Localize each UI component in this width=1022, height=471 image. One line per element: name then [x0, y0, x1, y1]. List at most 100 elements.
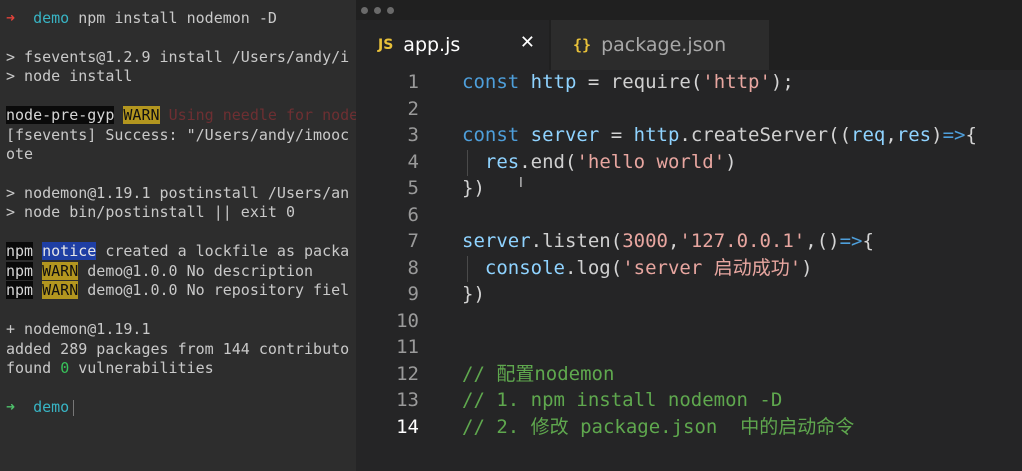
prompt-arrow-icon: ➜: [6, 9, 16, 27]
identifier-token: console: [484, 257, 565, 279]
punct-token: .: [564, 257, 577, 279]
tab-label: app.js: [403, 34, 461, 56]
punct-token: ,: [667, 230, 680, 252]
line-number: 4: [407, 151, 419, 173]
code-line[interactable]: const server = http.createServer((req,re…: [462, 122, 977, 148]
window-zoom-dot-icon[interactable]: [387, 7, 394, 14]
terminal-output-line: npm WARN demo@1.0.0 No description: [6, 262, 313, 280]
identifier-token: server: [530, 124, 600, 146]
window-titlebar: [356, 0, 1022, 20]
terminal-output-line: > nodemon@1.19.1 postinstall /Users/an: [6, 184, 350, 202]
line-number: 1: [407, 71, 419, 93]
comment-line[interactable]: // 配置nodemon: [462, 361, 614, 387]
terminal-output-line: npm notice created a lockfile as packa: [6, 242, 349, 260]
npm-label: npm: [6, 262, 34, 280]
terminal-output-line: npm WARN demo@1.0.0 No repository fiel: [6, 281, 349, 299]
javascript-file-icon: JS: [378, 37, 394, 53]
function-token: createServer: [690, 124, 829, 146]
code-line[interactable]: }): [462, 281, 485, 307]
line-number: 3: [407, 124, 419, 146]
prompt-arrow-icon: ➜: [6, 398, 16, 416]
notice-message: created a lockfile as packa: [105, 242, 350, 260]
line-number: 12: [396, 363, 419, 385]
identifier-token: res: [484, 151, 520, 173]
punct-token: ): [801, 257, 813, 279]
found-suffix: vulnerabilities: [78, 359, 214, 377]
prompt-directory: demo: [33, 9, 70, 27]
punct-token: (: [610, 257, 623, 279]
window-minimize-dot-icon[interactable]: [374, 7, 381, 14]
terminal-output-line: > node install: [6, 67, 133, 85]
terminal-pane[interactable]: ➜ demo npm install nodemon -D > fsevents…: [0, 0, 356, 471]
tab-label: package.json: [601, 34, 727, 56]
code-line[interactable]: res.end('hello world'): [462, 149, 737, 175]
comment-line[interactable]: // 2. 修改 package.json 中的启动命令: [462, 414, 854, 440]
line-number: 11: [396, 336, 419, 358]
punct-token: (: [690, 71, 703, 93]
punct-token: ((: [828, 124, 852, 146]
identifier-token: res: [896, 124, 932, 146]
code-editor-pane[interactable]: JS app.js ✕ {} package.json 1 2 3 4 5 6 …: [356, 0, 1022, 471]
arrow-token: =>: [839, 230, 863, 252]
operator-token: =: [599, 124, 634, 146]
function-token: require: [610, 71, 691, 93]
punct-token: (: [565, 151, 577, 173]
terminal-output-line: [fsevents] Success: "/Users/andy/imooc: [6, 126, 350, 144]
line-number: 13: [396, 389, 419, 411]
notice-badge: notice: [42, 242, 97, 260]
line-number: 2: [407, 98, 419, 120]
string-token: '127.0.0.1': [679, 230, 806, 252]
warn-badge: WARN: [123, 106, 160, 124]
close-tab-icon[interactable]: ✕: [520, 32, 535, 53]
punct-token: {: [965, 124, 977, 146]
number-token: 3000: [622, 230, 668, 252]
punct-token: .: [530, 230, 543, 252]
punct-token: {: [862, 230, 874, 252]
prompt-directory: demo: [33, 398, 70, 416]
punct-token: ,: [885, 124, 897, 146]
keyword-token: const: [462, 124, 520, 146]
function-token: end: [530, 151, 565, 173]
tab-package-json[interactable]: {} package.json: [551, 20, 769, 70]
punct-token: (): [816, 230, 840, 252]
code-line[interactable]: server.listen(3000,'127.0.0.1',()=>{: [462, 228, 874, 254]
warn-message: demo@1.0.0 No repository fiel: [87, 281, 350, 299]
code-line[interactable]: console.log('server 启动成功'): [462, 255, 813, 281]
terminal-output-line: ote: [6, 145, 34, 163]
punct-token: (: [610, 230, 623, 252]
function-token: log: [576, 257, 611, 279]
function-token: listen: [542, 230, 611, 252]
warn-badge: WARN: [42, 281, 79, 299]
tab-app-js[interactable]: JS app.js ✕: [356, 20, 549, 70]
terminal-prompt-line[interactable]: ➜ demo: [6, 398, 75, 416]
arrow-token: =>: [942, 124, 966, 146]
warn-message: Using needle for node: [168, 106, 356, 124]
identifier-token: req: [851, 124, 886, 146]
identifier-token: http: [633, 124, 680, 146]
punct-token: ): [931, 124, 943, 146]
line-number: 6: [407, 204, 419, 226]
terminal-command-line: ➜ demo npm install nodemon -D: [6, 9, 277, 27]
text-cursor-icon: I: [519, 176, 523, 191]
punct-token: .: [679, 124, 691, 146]
code-line[interactable]: }): [462, 175, 485, 201]
terminal-output-line: + nodemon@1.19.1: [6, 320, 151, 338]
string-token: 'http': [702, 71, 771, 93]
terminal-output-line: added 289 packages from 144 contributo: [6, 340, 350, 358]
punct-token: .: [519, 151, 531, 173]
comment-line[interactable]: // 1. npm install nodemon -D: [462, 387, 782, 413]
npm-label: npm: [6, 242, 34, 260]
window-close-dot-icon[interactable]: [361, 7, 368, 14]
terminal-output-line: found 0 vulnerabilities: [6, 359, 214, 377]
identifier-token: http: [530, 71, 577, 93]
npm-label: npm: [6, 281, 34, 299]
line-number-active: 14: [396, 416, 419, 438]
json-file-icon: {}: [573, 36, 592, 54]
line-number: 5: [407, 177, 419, 199]
operator-token: =: [576, 71, 611, 93]
terminal-output-line: > node bin/postinstall || exit 0: [6, 203, 295, 221]
warn-badge: WARN: [42, 262, 79, 280]
line-number: 8: [407, 257, 419, 279]
warn-message: demo@1.0.0 No description: [87, 262, 314, 280]
code-line[interactable]: const http = require('http');: [462, 69, 794, 95]
